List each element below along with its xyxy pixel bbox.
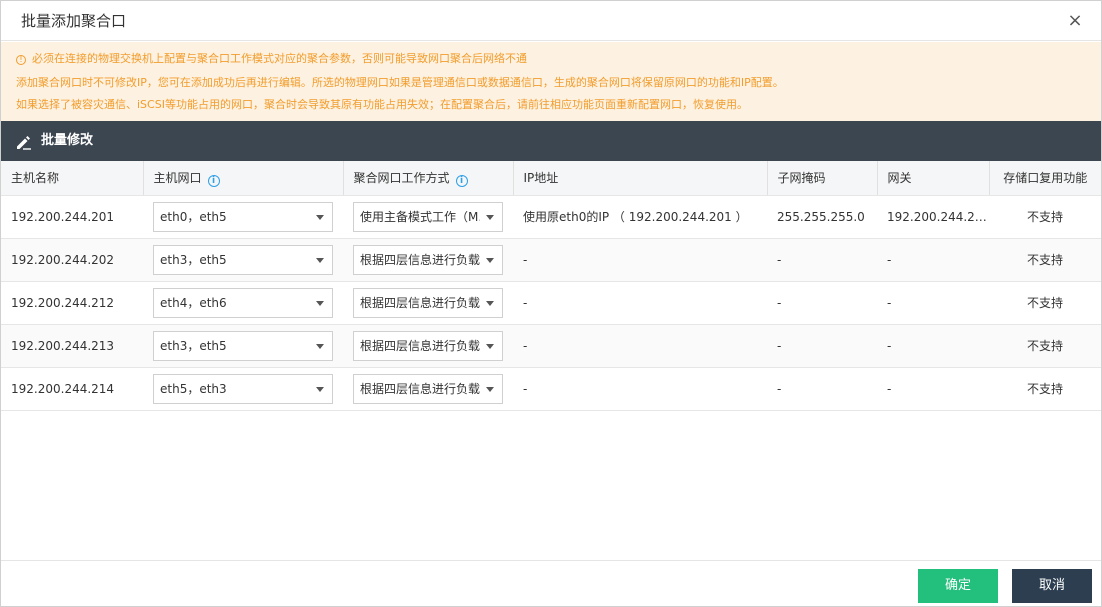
gateway-cell: - — [877, 367, 989, 411]
gateway-cell: - — [877, 324, 989, 368]
chevron-down-icon — [486, 300, 494, 306]
nics-select[interactable]: eth4，eth6 — [153, 287, 333, 318]
chevron-down-icon — [486, 343, 494, 349]
mask-cell: - — [767, 281, 877, 325]
table-row: 192.200.244.201 eth0，eth5 使用主备模式工作（M… 使用… — [1, 195, 1101, 239]
notice-line-2: 添加聚合网口时不可修改IP，您可在添加成功后再进行编辑。所选的物理网口如果是管理… — [16, 75, 784, 91]
ip-cell: - — [513, 238, 767, 282]
reuse-cell: 不支持 — [989, 324, 1101, 368]
chevron-down-icon — [486, 214, 494, 220]
ip-cell: - — [513, 367, 767, 411]
nics-select[interactable]: eth0，eth5 — [153, 201, 333, 232]
mode-select[interactable]: 根据四层信息进行负载 — [353, 287, 503, 318]
mask-cell: - — [767, 367, 877, 411]
table-row: 192.200.244.214 eth5，eth3 根据四层信息进行负载 - -… — [1, 367, 1101, 411]
mode-cell: 使用主备模式工作（M… — [343, 195, 513, 239]
table-row: 192.200.244.202 eth3，eth5 根据四层信息进行负载 - -… — [1, 238, 1101, 282]
dialog-title: 批量添加聚合口 — [21, 12, 127, 30]
dialog-titlebar: 批量添加聚合口 × — [1, 1, 1101, 41]
dialog-footer: 确定 取消 — [1, 560, 1101, 606]
info-icon[interactable]: i — [455, 174, 468, 187]
host-cell: 192.200.244.212 — [1, 281, 143, 325]
nics-cell: eth3，eth5 — [143, 324, 343, 368]
chevron-down-icon — [486, 257, 494, 263]
col-header-nics: 主机网口 i — [143, 161, 344, 196]
mode-cell: 根据四层信息进行负载 — [343, 367, 513, 411]
nics-cell: eth3，eth5 — [143, 238, 343, 282]
confirm-button[interactable]: 确定 — [918, 569, 998, 603]
table-header-row: 主机名称 主机网口 i 聚合网口工作方式 i IP地址 子网掩码 网关 存储口复用功… — [1, 161, 1101, 196]
notice-line-1: ! 必须在连接的物理交换机上配置与聚合口工作模式对应的聚合参数，否则可能导致网口聚… — [16, 51, 527, 67]
bond-table: 主机名称 主机网口 i 聚合网口工作方式 i IP地址 子网掩码 网关 存储口复用功… — [1, 161, 1101, 411]
reuse-cell: 不支持 — [989, 367, 1101, 411]
mask-cell: - — [767, 238, 877, 282]
mode-select[interactable]: 根据四层信息进行负载 — [353, 244, 503, 275]
nics-cell: eth5，eth3 — [143, 367, 343, 411]
chevron-down-icon — [486, 386, 494, 392]
mask-cell: 255.255.255.0 — [767, 195, 877, 239]
col-header-mode: 聚合网口工作方式 i — [343, 161, 514, 196]
host-cell: 192.200.244.214 — [1, 367, 143, 411]
host-cell: 192.200.244.201 — [1, 195, 143, 239]
batch-edit-label: 批量修改 — [41, 133, 94, 148]
reuse-cell: 不支持 — [989, 281, 1101, 325]
warning-icon: ! — [16, 55, 26, 65]
gateway-cell: - — [877, 281, 989, 325]
gateway-cell: - — [877, 238, 989, 282]
table-row: 192.200.244.212 eth4，eth6 根据四层信息进行负载 - -… — [1, 281, 1101, 325]
host-cell: 192.200.244.213 — [1, 324, 143, 368]
nics-select[interactable]: eth3，eth5 — [153, 330, 333, 361]
mode-select[interactable]: 根据四层信息进行负载 — [353, 330, 503, 361]
ip-cell: - — [513, 324, 767, 368]
mode-cell: 根据四层信息进行负载 — [343, 281, 513, 325]
info-icon[interactable]: i — [207, 174, 220, 187]
chevron-down-icon — [316, 343, 324, 349]
nics-select[interactable]: eth5，eth3 — [153, 373, 333, 404]
notice-text-2: 添加聚合网口时不可修改IP，您可在添加成功后再进行编辑。所选的物理网口如果是管理… — [16, 76, 784, 89]
col-header-reuse: 存储口复用功能 — [989, 161, 1101, 196]
ip-cell: 使用原eth0的IP （ 192.200.244.201 ） — [513, 195, 767, 239]
batch-edit-bar[interactable]: 批量修改 — [1, 121, 1101, 161]
nics-select[interactable]: eth3，eth5 — [153, 244, 333, 275]
batch-add-bond-dialog: 批量添加聚合口 × ! 必须在连接的物理交换机上配置与聚合口工作模式对应的聚合参数… — [0, 0, 1102, 607]
chevron-down-icon — [316, 257, 324, 263]
table-row: 192.200.244.213 eth3，eth5 根据四层信息进行负载 - -… — [1, 324, 1101, 368]
cancel-button[interactable]: 取消 — [1012, 569, 1092, 603]
pencil-icon — [17, 136, 31, 150]
col-header-gateway: 网关 — [877, 161, 990, 196]
notice-text-1: 必须在连接的物理交换机上配置与聚合口工作模式对应的聚合参数，否则可能导致网口聚合… — [32, 52, 527, 65]
mode-cell: 根据四层信息进行负载 — [343, 324, 513, 368]
ip-cell: - — [513, 281, 767, 325]
notice-text-3: 如果选择了被容灾通信、iSCSI等功能占用的网口，聚合时会导致其原有功能占用失效… — [16, 98, 748, 111]
reuse-cell: 不支持 — [989, 238, 1101, 282]
chevron-down-icon — [316, 214, 324, 220]
mask-cell: - — [767, 324, 877, 368]
reuse-cell: 不支持 — [989, 195, 1101, 239]
col-header-mask: 子网掩码 — [767, 161, 878, 196]
gateway-cell: 192.200.244.2… — [877, 195, 989, 239]
nics-cell: eth0，eth5 — [143, 195, 343, 239]
close-icon[interactable]: × — [1065, 11, 1085, 31]
notice-line-3: 如果选择了被容灾通信、iSCSI等功能占用的网口，聚合时会导致其原有功能占用失效… — [16, 97, 748, 113]
col-header-host: 主机名称 — [1, 161, 144, 196]
col-header-ip: IP地址 — [513, 161, 768, 196]
mode-cell: 根据四层信息进行负载 — [343, 238, 513, 282]
nics-cell: eth4，eth6 — [143, 281, 343, 325]
chevron-down-icon — [316, 300, 324, 306]
host-cell: 192.200.244.202 — [1, 238, 143, 282]
chevron-down-icon — [316, 386, 324, 392]
mode-select[interactable]: 使用主备模式工作（M… — [353, 201, 503, 232]
warning-notice: ! 必须在连接的物理交换机上配置与聚合口工作模式对应的聚合参数，否则可能导致网口聚… — [1, 42, 1101, 121]
mode-select[interactable]: 根据四层信息进行负载 — [353, 373, 503, 404]
